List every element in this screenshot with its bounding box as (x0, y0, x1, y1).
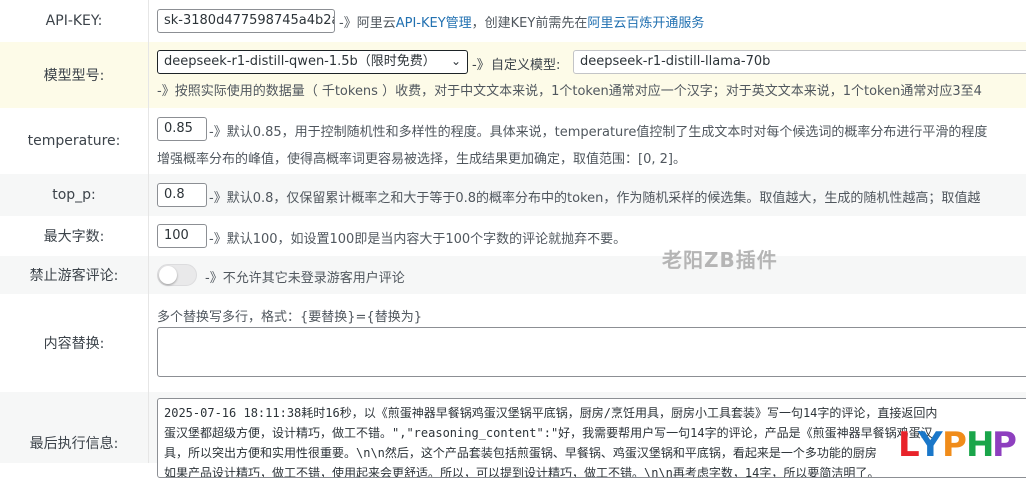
api-key-input[interactable]: sk-3180d477598745a4b2a2 (157, 9, 335, 33)
model-label: 模型型号: (0, 42, 149, 108)
row-last-run: 最后执行信息: 2025-07-16 18:11:38耗时16秒，以《煎蛋神器早… (0, 392, 1026, 478)
guest-desc: -》不允许其它未登录游客用户评论 (205, 271, 405, 286)
top-p-label: top_p: (0, 174, 149, 216)
chevron-down-icon: ⌄ (450, 54, 461, 68)
guest-label: 禁止游客评论: (0, 256, 149, 294)
temperature-desc-1: -》默认0.85，用于控制随机性和多样性的程度。具体来说，temperature… (209, 125, 988, 140)
temperature-desc-2: 增强概率分布的峰值，使得高概率词更容易被选择，生成结果更加确定，取值范围：[0,… (157, 152, 686, 167)
model-desc: -》按照实际使用的数据量（ 千tokens ）收费，对于中文文本来说，1个tok… (157, 84, 982, 99)
model-select-value: deepseek-r1-distill-qwen-1.5b（限时免费） (164, 54, 436, 69)
row-model: 模型型号: deepseek-r1-distill-qwen-1.5b（限时免费… (0, 42, 1026, 108)
lyphp-logo: L Y P H P (898, 425, 1017, 465)
custom-model-input[interactable]: deepseek-r1-distill-llama-70b (573, 50, 1026, 74)
row-guest: 禁止游客评论: -》不允许其它未登录游客用户评论 (0, 256, 1026, 294)
max-words-desc: -》默认100，如设置100即是当内容大于100个字数的评论就抛弃不要。 (209, 232, 627, 247)
top-p-input[interactable]: 0.8 (157, 183, 207, 207)
log-line: 具，所以突出方便和实用性很重要。\n\n然后，这个产品套装包括煎蛋锅、早餐锅、鸡… (164, 446, 877, 460)
row-temperature: temperature: 0.85 -》默认0.85，用于控制随机性和多样性的程… (0, 108, 1026, 174)
api-key-desc: -》阿里云API-KEY管理，创建KEY前需先在阿里云百炼开通服务 (339, 12, 704, 31)
replace-hint: 多个替换写多行，格式：{要替换}={替换为} (157, 310, 422, 325)
row-api-key: API-KEY: sk-3180d477598745a4b2a2 -》阿里云AP… (0, 0, 1026, 42)
bailian-service-link[interactable]: 阿里云百炼开通服务 (587, 16, 704, 31)
api-key-manage-link[interactable]: API-KEY管理 (396, 16, 472, 31)
guest-toggle[interactable] (157, 264, 197, 286)
temperature-label: temperature: (0, 108, 149, 174)
row-max-words: 最大字数: 100 -》默认100，如设置100即是当内容大于100个字数的评论… (0, 216, 1026, 256)
replace-textarea[interactable] (157, 327, 1026, 377)
api-key-text1: 阿里云 (356, 16, 396, 31)
temperature-input[interactable]: 0.85 (157, 117, 207, 141)
replace-label: 内容替换: (0, 294, 149, 392)
api-key-label: API-KEY: (0, 0, 149, 42)
model-select[interactable]: deepseek-r1-distill-qwen-1.5b（限时免费） ⌄ (157, 50, 468, 74)
custom-model-label: 自定义模型: (491, 58, 561, 73)
log-line: 2025-07-16 18:11:38耗时16秒，以《煎蛋神器早餐锅鸡蛋汉堡锅平… (164, 406, 938, 420)
row-top-p: top_p: 0.8 -》默认0.8，仅保留累计概率之和大于等于0.8的概率分布… (0, 174, 1026, 216)
log-line: 如果产品设计精巧，做工不错，使用起来会更舒适。所以，可以提到设计精巧，做工不错。… (164, 466, 880, 478)
max-words-input[interactable]: 100 (157, 224, 207, 248)
api-key-text2: ，创建KEY前需先在 (471, 16, 588, 31)
last-run-label: 最后执行信息: (0, 392, 149, 463)
last-run-log[interactable]: 2025-07-16 18:11:38耗时16秒，以《煎蛋神器早餐锅鸡蛋汉堡锅平… (157, 398, 1026, 478)
toggle-knob (159, 266, 177, 284)
top-p-desc: -》默认0.8，仅保留累计概率之和大于等于0.8的概率分布中的token，作为随… (209, 191, 981, 206)
log-line: 蛋汉堡都超级方便，设计精巧，做工不错。","reasoning_content"… (164, 426, 933, 440)
watermark: 老阳ZB插件 (662, 248, 778, 272)
max-words-label: 最大字数: (0, 216, 149, 256)
model-arrow: -》 (472, 58, 490, 73)
api-key-arrow: -》 (339, 16, 357, 31)
row-replace: 内容替换: 多个替换写多行，格式：{要替换}={替换为} (0, 294, 1026, 392)
